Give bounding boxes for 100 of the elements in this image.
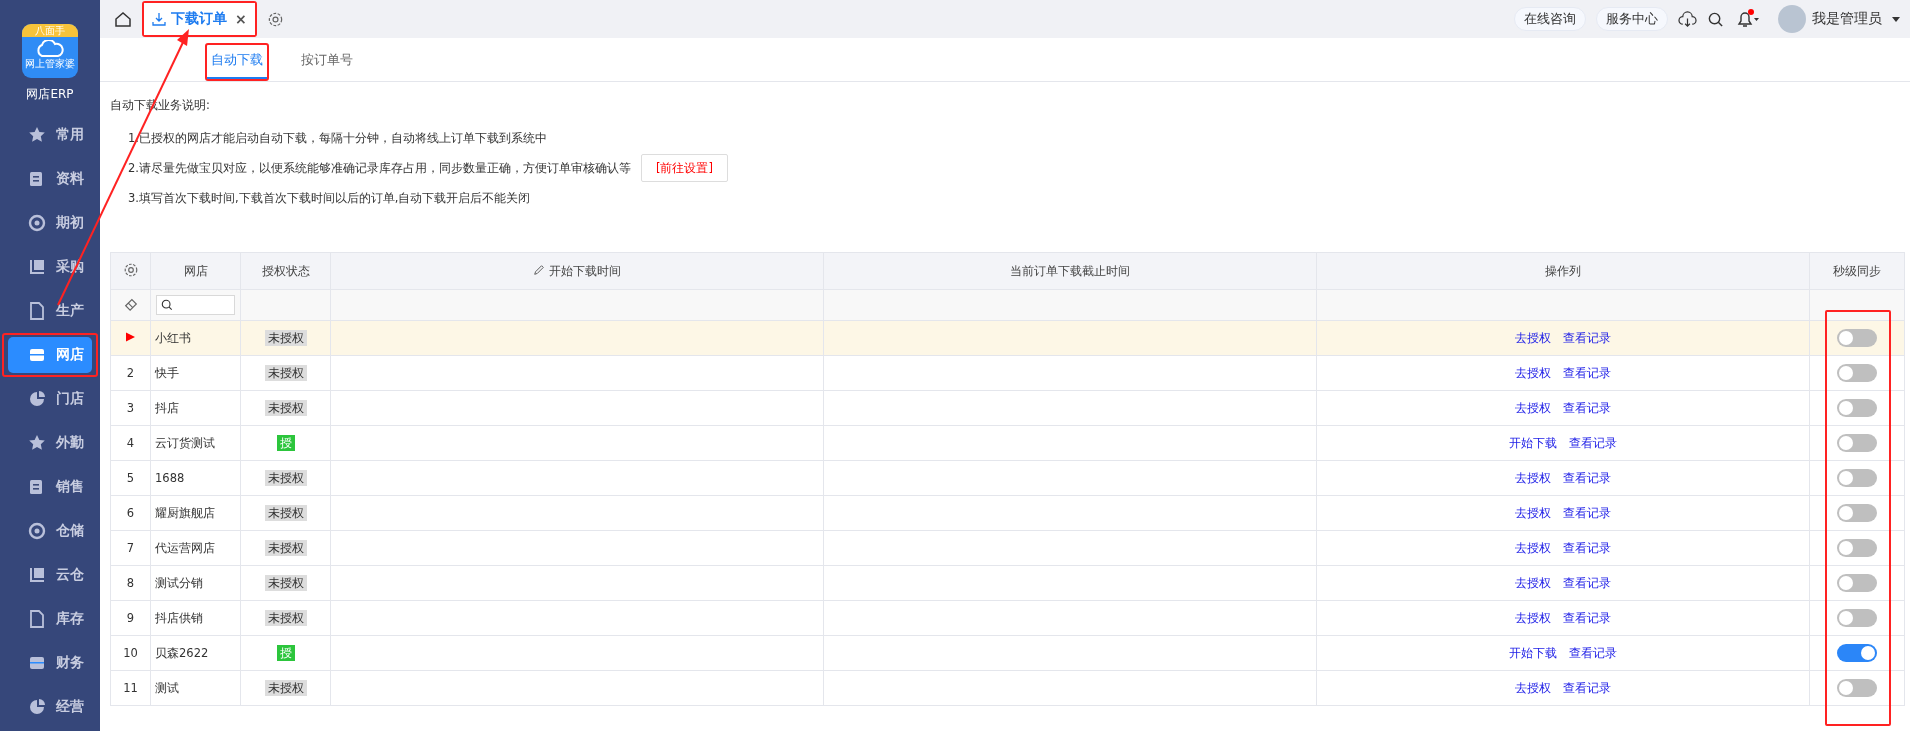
caret-icon[interactable] [1892, 16, 1900, 22]
column-header: 授权状态 [240, 252, 331, 290]
table-row[interactable]: 2 快手 未授权 去授权 查看记录 [110, 355, 1905, 391]
sidebar-item[interactable]: 生产 [8, 293, 92, 329]
toggle-switch[interactable] [1837, 364, 1877, 382]
status-tag: 未授权 [264, 469, 307, 486]
row-number: 9 [126, 611, 135, 625]
table-row[interactable]: 8 测试分销 未授权 去授权 查看记录 [110, 565, 1905, 601]
shop-name: 1688 [155, 471, 185, 485]
page-tab[interactable]: 下载订单 × [144, 3, 255, 35]
toggle-switch[interactable] [1837, 644, 1877, 662]
action-link[interactable]: 查看记录 [1563, 365, 1611, 380]
action-link[interactable]: 查看记录 [1563, 330, 1611, 345]
settings-icon[interactable] [122, 261, 139, 278]
action-link[interactable]: 去授权 [1515, 680, 1551, 695]
row-number: 7 [126, 541, 135, 555]
column-header: 当前订单下载截止时间 [823, 252, 1317, 290]
close-button[interactable]: × [235, 11, 247, 27]
toggle-switch[interactable] [1837, 609, 1877, 627]
home-icon[interactable] [114, 10, 132, 28]
sidebar-item[interactable]: 资料 [8, 161, 92, 197]
action-link[interactable]: 去授权 [1515, 505, 1551, 520]
header-button[interactable]: 服务中心 [1596, 7, 1668, 31]
table-row[interactable]: 3 抖店 未授权 去授权 查看记录 [110, 390, 1905, 426]
toggle-switch[interactable] [1837, 504, 1877, 522]
sidebar-item[interactable]: 云仓 [8, 557, 92, 593]
action-link[interactable]: 查看记录 [1563, 470, 1611, 485]
column-header: 秒级同步 [1809, 252, 1905, 290]
toggle-switch[interactable] [1837, 574, 1877, 592]
action-link[interactable]: 查看记录 [1563, 505, 1611, 520]
action-link[interactable]: 去授权 [1515, 365, 1551, 380]
action-link[interactable]: 查看记录 [1569, 435, 1617, 450]
search-field[interactable] [156, 295, 235, 315]
action-link[interactable]: 查看记录 [1563, 400, 1611, 415]
shop-name: 贝森2622 [155, 645, 209, 660]
action-link[interactable]: 开始下载 [1509, 435, 1557, 450]
action-link[interactable]: 查看记录 [1569, 645, 1617, 660]
table-row[interactable]: 6 耀厨旗舰店 未授权 去授权 查看记录 [110, 495, 1905, 531]
header-button[interactable]: 在线咨询 [1514, 7, 1586, 31]
table-row[interactable]: 10 贝森2622 授 开始下载 查看记录 [110, 635, 1905, 671]
pencil-icon [533, 263, 545, 276]
action-link[interactable]: 去授权 [1515, 400, 1551, 415]
table-row[interactable]: 小红书 未授权 去授权 查看记录 [110, 320, 1905, 356]
row-number: 8 [126, 576, 135, 590]
toggle-switch[interactable] [1837, 399, 1877, 417]
action-link[interactable]: 去授权 [1515, 470, 1551, 485]
action-link[interactable]: 开始下载 [1509, 645, 1557, 660]
action-link[interactable]: 查看记录 [1563, 540, 1611, 555]
action-link[interactable]: 查看记录 [1563, 575, 1611, 590]
sidebar-item[interactable]: 仓储 [8, 513, 92, 549]
sub-tab[interactable]: 自动下载 [207, 45, 267, 79]
action-link[interactable]: 查看记录 [1563, 680, 1611, 695]
row-number: 3 [126, 401, 135, 415]
tab-label: 下载订单 [171, 10, 227, 28]
status-tag: 未授权 [264, 539, 307, 556]
table-row[interactable]: 11 测试 未授权 去授权 查看记录 [110, 670, 1905, 706]
status-tag: 未授权 [264, 364, 307, 381]
sidebar-item[interactable]: 销售 [8, 469, 92, 505]
settings-link-button[interactable]: [前往设置] [641, 154, 728, 182]
current-row-arrow-icon [126, 332, 135, 342]
row-number: 5 [126, 471, 135, 485]
toggle-switch[interactable] [1837, 539, 1877, 557]
toggle-switch[interactable] [1837, 679, 1877, 697]
sidebar-item[interactable]: 期初 [8, 205, 92, 241]
cloud-icon [35, 40, 65, 58]
shop-name: 测试 [155, 680, 179, 695]
toggle-switch[interactable] [1837, 434, 1877, 452]
sidebar-item[interactable]: 门店 [8, 381, 92, 417]
shop-name: 小红书 [155, 330, 191, 345]
action-link[interactable]: 去授权 [1515, 330, 1551, 345]
toggle-switch[interactable] [1837, 329, 1877, 347]
table-row[interactable]: 7 代运营网店 未授权 去授权 查看记录 [110, 530, 1905, 566]
sidebar-item[interactable]: 常用 [8, 117, 92, 153]
sidebar-item[interactable]: 经营 [8, 689, 92, 725]
search-icon[interactable] [1707, 10, 1724, 28]
row-number: 10 [123, 646, 138, 660]
status-tag: 未授权 [264, 609, 307, 626]
action-link[interactable]: 去授权 [1515, 610, 1551, 625]
action-link[interactable]: 去授权 [1515, 575, 1551, 590]
shop-name: 抖店 [155, 400, 179, 415]
action-link[interactable]: 查看记录 [1563, 610, 1611, 625]
app-name: 网店ERP [26, 86, 74, 103]
user-name[interactable]: 我是管理员 [1812, 10, 1882, 28]
column-header: 网店 [150, 252, 241, 290]
table-row[interactable]: 4 云订货测试 授 开始下载 查看记录 [110, 425, 1905, 461]
toggle-switch[interactable] [1837, 469, 1877, 487]
status-tag: 未授权 [264, 679, 307, 696]
table-row[interactable]: 5 1688 未授权 去授权 查看记录 [110, 460, 1905, 496]
avatar[interactable] [1778, 5, 1806, 33]
sidebar-item[interactable]: 外勤 [8, 425, 92, 461]
column-header: 开始下载时间 [330, 252, 824, 290]
settings-icon[interactable] [266, 10, 284, 28]
action-link[interactable]: 去授权 [1515, 540, 1551, 555]
status-tag: 授 [276, 434, 295, 451]
sidebar-item[interactable]: 库存 [8, 601, 92, 637]
table-row[interactable]: 9 抖店供销 未授权 去授权 查看记录 [110, 600, 1905, 636]
sub-tab[interactable]: 按订单号 [297, 45, 357, 79]
sidebar-item[interactable]: 财务 [8, 645, 92, 681]
column-header: 操作列 [1316, 252, 1810, 290]
cloud-download-icon[interactable] [1678, 10, 1697, 28]
